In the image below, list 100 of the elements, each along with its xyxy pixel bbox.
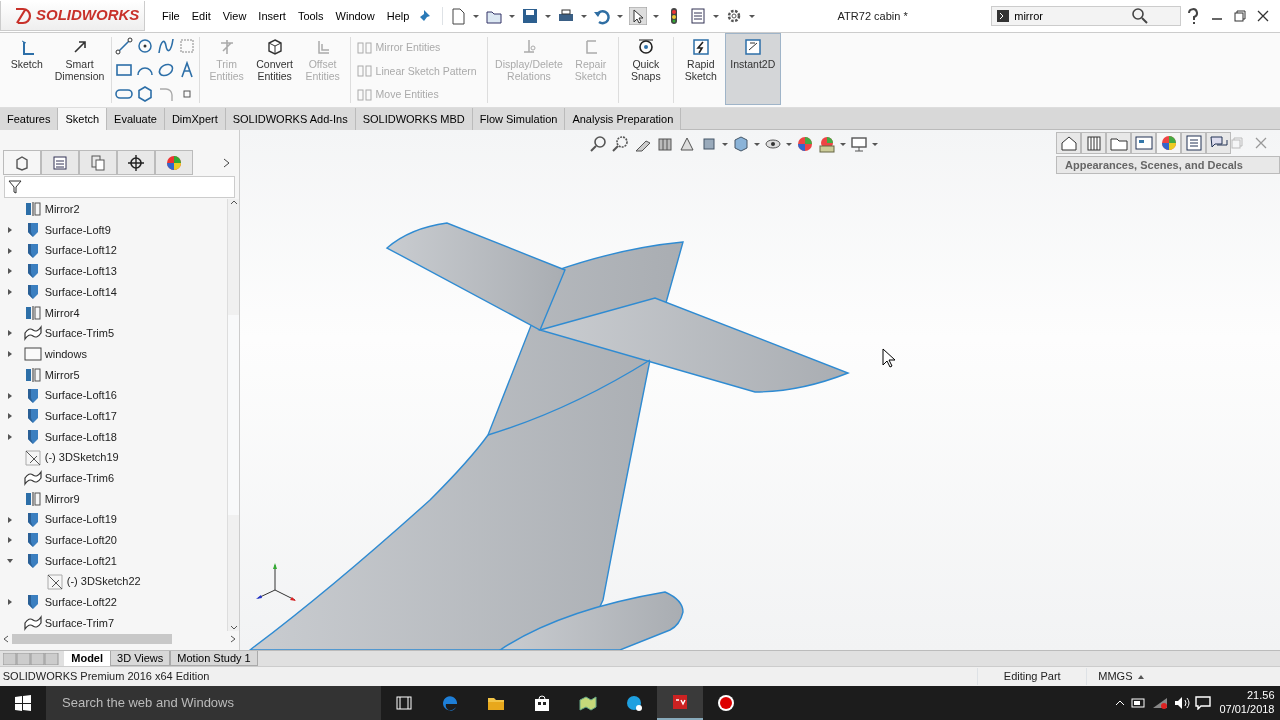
rectangle-icon[interactable]: [115, 61, 134, 79]
tree-item[interactable]: Surface-Loft22: [44, 594, 117, 611]
dropdown-caret-icon[interactable]: [840, 142, 846, 146]
help-icon[interactable]: [1186, 8, 1200, 24]
expand-arrow-icon[interactable]: [6, 288, 14, 297]
expand-arrow-icon[interactable]: [6, 515, 14, 524]
undo-icon[interactable]: [592, 7, 611, 25]
ellipse-icon[interactable]: [156, 61, 175, 79]
section-view-icon[interactable]: [656, 135, 674, 153]
menu-item[interactable]: Help: [380, 7, 416, 25]
expand-arrow-icon[interactable]: [6, 350, 14, 359]
appearance-icon[interactable]: [796, 135, 814, 153]
tree-item[interactable]: Surface-Trim5: [44, 325, 115, 342]
home-icon[interactable]: [1059, 134, 1078, 152]
save-icon[interactable]: [520, 7, 539, 25]
expand-arrow-icon[interactable]: [6, 432, 14, 441]
restore-icon[interactable]: [1234, 10, 1246, 22]
task-view-icon[interactable]: [395, 694, 413, 712]
expand-arrow-icon[interactable]: [6, 267, 14, 276]
browser-icon[interactable]: [441, 694, 459, 712]
ribbon-tab[interactable]: SOLIDWORKS MBD: [355, 108, 473, 130]
ribbon-button[interactable]: Quick Snaps: [621, 33, 670, 105]
property-list-icon[interactable]: [1184, 134, 1203, 152]
scroll-down-icon[interactable]: [229, 625, 238, 631]
dropdown-caret-icon[interactable]: [722, 142, 728, 146]
tree-item[interactable]: (-) 3DSketch22: [66, 573, 141, 590]
scroll-up-icon[interactable]: [229, 199, 238, 205]
ribbon-tab[interactable]: Sketch: [58, 108, 108, 130]
display-style-icon[interactable]: [732, 135, 750, 153]
tree-item[interactable]: Surface-Trim6: [44, 470, 115, 487]
scroll-right-icon[interactable]: [230, 634, 237, 643]
ribbon-tab[interactable]: Analysis Preparation: [565, 108, 682, 130]
windows-start-icon[interactable]: [15, 695, 31, 711]
tree-item[interactable]: Surface-Loft19: [44, 511, 117, 528]
ribbon-button[interactable]: Smart Dimension: [50, 33, 109, 105]
notification-icon[interactable]: [1195, 696, 1212, 710]
tree-item[interactable]: Surface-Loft12: [44, 242, 117, 259]
tree-item[interactable]: Mirror4: [44, 304, 80, 322]
tree-item[interactable]: (-) 3DSketch19: [44, 449, 119, 466]
dropdown-caret-icon[interactable]: [580, 14, 587, 18]
tree-item[interactable]: Surface-Loft16: [44, 387, 117, 404]
scrollbar[interactable]: [227, 199, 239, 631]
menu-item[interactable]: View: [216, 7, 253, 25]
zoom-area-icon[interactable]: [612, 135, 630, 153]
ribbon-tab[interactable]: DimXpert: [164, 108, 226, 130]
library-icon[interactable]: [1084, 134, 1103, 152]
tree-item[interactable]: Surface-Trim7: [44, 614, 115, 631]
scroll-left-icon[interactable]: [2, 634, 9, 643]
tree-item[interactable]: Surface-Loft17: [44, 407, 117, 425]
menu-item[interactable]: Edit: [185, 7, 217, 25]
dropdown-caret-icon[interactable]: [652, 14, 659, 18]
menu-item[interactable]: Window: [329, 7, 381, 25]
ribbon-button[interactable]: Sketch: [2, 33, 51, 105]
scene-icon[interactable]: [818, 135, 836, 153]
units-dropdown[interactable]: MMGS: [1087, 668, 1188, 685]
dropdown-caret-icon[interactable]: [472, 14, 479, 18]
monitor-icon[interactable]: [850, 135, 868, 153]
view-palette-icon[interactable]: [1134, 134, 1153, 152]
polygon-icon[interactable]: [136, 84, 155, 103]
ribbon-button[interactable]: Convert Entities: [250, 33, 299, 105]
expand-arrow-icon[interactable]: [6, 226, 14, 235]
dropdown-caret-icon[interactable]: [754, 142, 760, 146]
search-box[interactable]: mirror: [990, 6, 1181, 26]
taskbar-search-field[interactable]: Search the web and Windows: [46, 686, 381, 720]
battery-icon[interactable]: [1130, 698, 1147, 708]
tree-item[interactable]: Mirror5: [44, 366, 80, 384]
tree-item[interactable]: Mirror9: [44, 490, 80, 508]
dropdown-caret-icon[interactable]: [616, 14, 623, 18]
dropdown-caret-icon[interactable]: [748, 14, 755, 18]
spline-icon[interactable]: [156, 37, 175, 56]
tree-item[interactable]: Surface-Loft21: [44, 552, 117, 570]
property-list-icon[interactable]: [40, 150, 79, 175]
expand-arrow-icon[interactable]: [6, 412, 14, 421]
color-wheel-icon[interactable]: [154, 150, 193, 175]
cad-app-icon[interactable]: [671, 693, 689, 711]
model-tab[interactable]: Model: [64, 651, 111, 666]
tree-item[interactable]: Surface-Loft9: [44, 221, 111, 239]
tree-item[interactable]: Surface-Loft20: [44, 532, 117, 549]
list-icon[interactable]: [688, 7, 707, 25]
network-icon[interactable]: [1152, 696, 1169, 710]
close-icon[interactable]: [1257, 10, 1269, 22]
search-icon[interactable]: [1132, 8, 1149, 24]
zoom-icon[interactable]: [590, 135, 608, 153]
dropdown-caret-icon[interactable]: [872, 142, 878, 146]
circle-icon[interactable]: [136, 37, 155, 56]
tree-item[interactable]: Surface-Loft18: [44, 428, 117, 446]
ribbon-tab[interactable]: Features: [0, 108, 59, 130]
tree-item[interactable]: Surface-Loft14: [44, 283, 117, 301]
dropdown-caret-icon[interactable]: [786, 142, 792, 146]
dropdown-caret-icon[interactable]: [508, 14, 515, 18]
ribbon-tab[interactable]: Flow Simulation: [472, 108, 566, 130]
volume-icon[interactable]: [1173, 696, 1190, 710]
ribbon-button[interactable]: Instant2D: [724, 33, 781, 105]
pointer-icon[interactable]: [628, 7, 647, 25]
taskbar-clock[interactable]: 21.56 07/01/2018: [1219, 689, 1275, 717]
expand-arrow-icon[interactable]: [6, 391, 14, 400]
menu-item[interactable]: Insert: [252, 7, 292, 25]
expand-arrow-icon[interactable]: [6, 536, 14, 545]
record-icon[interactable]: [717, 694, 735, 712]
menu-item[interactable]: Tools: [291, 7, 330, 25]
